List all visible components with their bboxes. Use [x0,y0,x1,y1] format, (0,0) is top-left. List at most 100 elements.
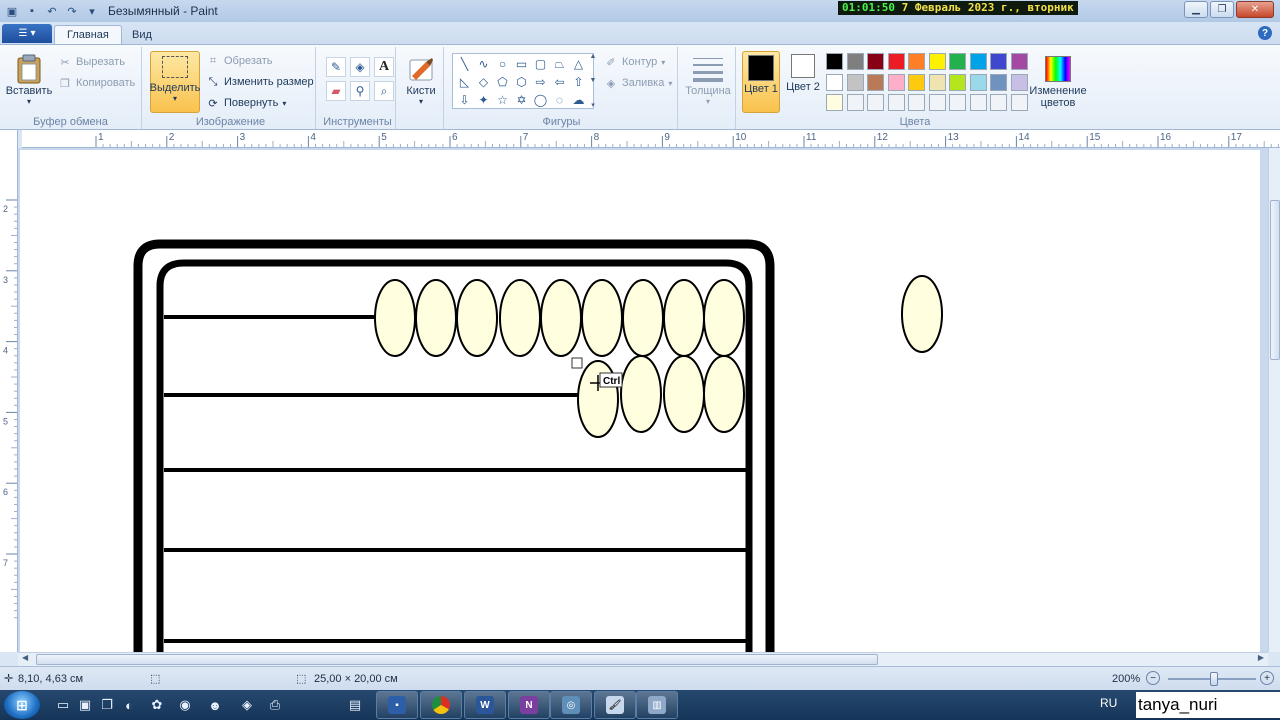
save-icon[interactable]: ▪ [24,3,40,19]
palette-swatch[interactable] [969,53,987,70]
line-shape-icon[interactable]: ╲ [455,55,474,73]
six-point-star-shape-icon[interactable]: ✡ [512,91,531,109]
taskbar-app[interactable]: ◎ [550,691,592,719]
select-button[interactable]: Выделить ▾ [150,51,200,113]
start-button[interactable]: ⊞ [4,691,40,719]
edit-colors-button[interactable]: Изменение цветов [1028,53,1088,109]
undo-icon[interactable]: ↶ [44,3,60,19]
diamond-shape-icon[interactable]: ◇ [474,73,493,91]
bead[interactable] [374,279,416,357]
quicklaunch-icon[interactable]: ◉ [174,694,196,716]
palette-swatch[interactable] [908,94,925,111]
selection-handle[interactable] [571,357,583,369]
taskbar-app-word[interactable]: W [464,691,506,719]
palette-swatch[interactable] [826,73,843,91]
zoom-slider-thumb[interactable] [1210,672,1218,686]
quicklaunch-icon[interactable]: ◐ [118,694,140,716]
palette-swatch[interactable] [990,73,1007,91]
bead[interactable] [620,355,662,433]
palette-swatch[interactable] [846,53,864,70]
shapes-gallery[interactable]: ╲ ∿ ○ ▭ ▢ ⏢ △ ◺ ◇ ⬠ ⬡ ⇨ ⇦ ⇧ ⇩ ✦ ☆ ✡ ◯ ◌ ☁ [452,53,594,109]
bead[interactable] [456,279,498,357]
tab-home[interactable]: Главная [54,25,122,44]
polygon-shape-icon[interactable]: ⏢ [550,55,569,73]
zoom-slider[interactable] [1168,672,1256,686]
palette-swatch[interactable] [867,73,884,91]
drawing-canvas[interactable]: Ctrl [20,150,1260,652]
right-arrow-shape-icon[interactable]: ⇨ [531,73,550,91]
bead[interactable] [415,279,457,357]
palette-swatch[interactable] [1010,53,1028,70]
bead[interactable] [540,279,582,357]
paste-button[interactable]: Вставить ▾ [6,53,52,106]
dragged-bead[interactable] [577,360,619,438]
palette-swatch[interactable] [949,53,966,70]
magnifier-icon[interactable]: ⌕ [374,81,394,101]
quicklaunch-icon[interactable]: ◈ [236,694,258,716]
language-indicator[interactable]: RU [1100,696,1117,710]
color1-button[interactable]: Цвет 1 [742,51,780,113]
bead[interactable] [663,355,705,433]
palette-swatch[interactable] [949,94,966,111]
minimize-button[interactable]: ▁ [1184,1,1208,18]
quicklaunch-icon[interactable]: ✿ [146,694,168,716]
palette-swatch[interactable] [846,73,864,91]
palette-swatch[interactable] [908,73,925,91]
palette-swatch[interactable] [928,53,946,70]
bead[interactable] [703,279,745,357]
four-point-star-shape-icon[interactable]: ✦ [474,91,493,109]
palette-swatch[interactable] [867,53,884,70]
hexagon-shape-icon[interactable]: ⬡ [512,73,531,91]
taskbar-app-save[interactable]: ▪ [376,691,418,719]
horizontal-scrollbar[interactable]: ◀ ▶ [18,652,1268,666]
palette-swatch[interactable] [908,53,925,70]
palette-swatch[interactable] [990,53,1007,70]
bead[interactable] [499,279,541,357]
maximize-button[interactable]: ❐ [1210,1,1234,18]
cut-button[interactable]: ✂ Вырезать [58,55,125,69]
explorer-icon[interactable]: ▣ [74,694,96,716]
show-desktop-icon[interactable]: ▭ [52,694,74,716]
cloud-callout-shape-icon[interactable]: ☁ [569,91,588,109]
palette-swatch[interactable] [969,73,987,91]
redo-icon[interactable]: ↷ [64,3,80,19]
printer-icon[interactable]: ⎙ [264,694,286,716]
bead[interactable] [663,279,705,357]
palette-swatch[interactable] [949,73,966,91]
fill-button[interactable]: ◈ Заливка ▾ [604,76,673,90]
curve-shape-icon[interactable]: ∿ [474,55,493,73]
paint-menu-button[interactable]: ☰ ▾ [2,24,52,43]
pencil-icon[interactable]: ✎ [326,57,346,77]
callout-shape-icon[interactable]: ◯ [531,91,550,109]
down-arrow-shape-icon[interactable]: ⇩ [455,91,474,109]
brushes-button[interactable]: Кисти ▾ [402,53,440,106]
palette-swatch[interactable] [846,94,864,111]
paint-app-icon[interactable]: ▣ [4,3,20,19]
oval-callout-shape-icon[interactable]: ◌ [550,91,569,109]
taskbar-app-onenote[interactable]: N [508,691,550,719]
palette-swatch[interactable] [969,94,987,111]
shapes-scroll-icon[interactable]: ▲ ▼ ▾ [588,53,598,109]
palette-swatch[interactable] [1010,73,1028,91]
rotate-button[interactable]: ⟳ Повернуть ▾ [206,96,286,110]
up-arrow-shape-icon[interactable]: ⇧ [569,73,588,91]
window-switcher-icon[interactable]: ❐ [96,694,118,716]
palette-swatch[interactable] [826,53,843,70]
zoom-out-button[interactable]: − [1146,671,1160,685]
text-tool-icon[interactable]: A [374,57,394,77]
outline-button[interactable]: ✐ Контур ▾ [604,55,665,69]
bead[interactable] [622,279,664,357]
left-arrow-shape-icon[interactable]: ⇦ [550,73,569,91]
zoom-in-button[interactable]: + [1260,671,1274,685]
triangle-shape-icon[interactable]: △ [569,55,588,73]
palette-swatch[interactable] [928,94,946,111]
taskbar-app[interactable]: ▥ [636,691,678,719]
palette-swatch[interactable] [887,53,905,70]
pentagon-shape-icon[interactable]: ⬠ [493,73,512,91]
horizontal-scroll-thumb[interactable] [36,654,878,665]
loose-bead[interactable] [901,275,943,353]
palette-swatch[interactable] [887,94,905,111]
five-point-star-shape-icon[interactable]: ☆ [493,91,512,109]
tab-view[interactable]: Вид [120,25,164,44]
bead[interactable] [581,279,623,357]
